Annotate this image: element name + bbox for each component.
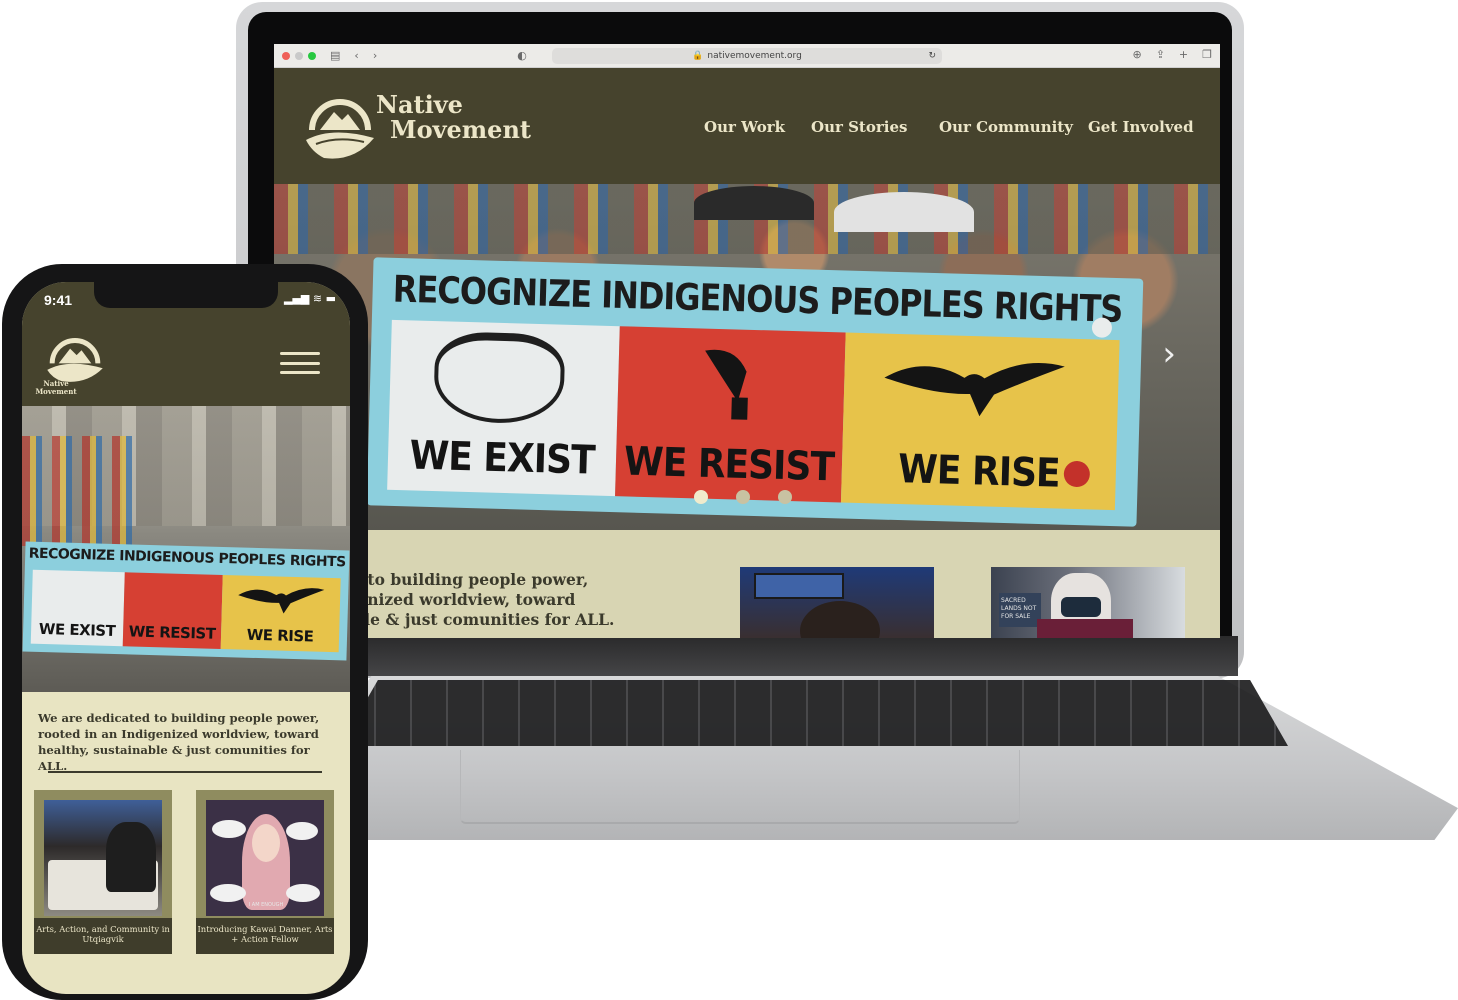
- nav-our-work[interactable]: Our Work: [704, 118, 785, 136]
- image-cloud: [212, 820, 246, 838]
- site-logo-text[interactable]: Native Movement: [376, 92, 531, 142]
- laptop-screen: ▤ ‹ › ◐ 🔒 nativemovement.org ↻ ⊕ ⇪ + ❐ N…: [274, 44, 1220, 638]
- image-face: [252, 824, 280, 862]
- address-bar[interactable]: 🔒 nativemovement.org ↻: [552, 48, 942, 64]
- story-card-image: I AM ENOUGH: [206, 800, 324, 916]
- banner-panel-exist: WE EXIST: [387, 319, 620, 497]
- menu-bar: [280, 361, 320, 365]
- thumbnail-mask: [1061, 597, 1101, 617]
- browser-toolbar: ▤ ‹ › ◐ 🔒 nativemovement.org ↻ ⊕ ⇪ + ❐: [274, 44, 1220, 68]
- mobile-logo-text[interactable]: Native Movement: [34, 380, 78, 396]
- story-thumbnail-2[interactable]: SACRED LANDS NOT FOR SALE: [991, 567, 1185, 638]
- thumbnail-coat: [1037, 619, 1133, 638]
- status-time: 9:41: [44, 292, 73, 308]
- reload-icon[interactable]: ↻: [928, 51, 936, 61]
- hero-flags: [22, 436, 142, 546]
- hero-carousel: RECOGNIZE INDIGENOUS PEOPLES RIGHTS WE E…: [274, 184, 1220, 530]
- eagle-drawing: [238, 588, 325, 614]
- mission-tagline: We are dedicated to building people powe…: [38, 711, 320, 773]
- download-icon[interactable]: ⊕: [1132, 48, 1141, 61]
- banner-title: RECOGNIZE INDIGENOUS PEOPLES RIGHTS: [28, 545, 346, 571]
- phone-status-bar: 9:41 ▂▄▆ ≋ ▬: [22, 282, 350, 320]
- mobile-hero-image: RECOGNIZE INDIGENOUS PEOPLES RIGHTS WE E…: [22, 406, 350, 692]
- menu-bar: [280, 352, 320, 355]
- native-movement-logo-icon[interactable]: [302, 86, 378, 164]
- umbrella: [694, 186, 814, 220]
- banner-panel-rise: WE RISE: [840, 332, 1120, 511]
- logo-line-2: Movement: [35, 387, 77, 396]
- thumbnail-person: [800, 601, 880, 638]
- window-controls: [282, 51, 316, 60]
- carousel-dot-3[interactable]: [778, 490, 792, 504]
- tabs-icon[interactable]: ❐: [1202, 48, 1212, 61]
- site-header: Native Movement Our Work Our Stories Our…: [274, 68, 1220, 184]
- carousel-dot-2[interactable]: [736, 490, 750, 504]
- banner-panel-text: WE RESIST: [128, 622, 216, 643]
- image-cloud: [286, 884, 320, 902]
- nav-get-involved[interactable]: Get Involved: [1088, 118, 1194, 136]
- image-person: [106, 822, 156, 892]
- zoom-window-button[interactable]: [308, 51, 316, 60]
- banner-panel-text: WE EXIST: [38, 619, 116, 641]
- device-mockup: ▤ ‹ › ◐ 🔒 nativemovement.org ↻ ⊕ ⇪ + ❐ N…: [0, 0, 1458, 1000]
- laptop-keyboard: [340, 680, 1288, 746]
- laptop-hinge: [278, 636, 1238, 676]
- sidebar-toggle-icon[interactable]: ▤: [330, 49, 340, 62]
- banner-panel-resist: WE RESIST: [122, 572, 223, 649]
- banner-panel-text: WE EXIST: [408, 433, 596, 484]
- menu-icon[interactable]: [280, 352, 320, 374]
- banner-panel-resist: WE RESIST: [615, 326, 846, 503]
- image-cloud: [210, 884, 246, 902]
- thumbnail-whiteboard: [754, 573, 844, 599]
- carousel-next-chevron-right-icon[interactable]: ›: [1162, 334, 1176, 374]
- mobile-site-header: Native Movement: [22, 320, 350, 406]
- close-window-button[interactable]: [282, 51, 290, 60]
- banner-panel-rise: WE RISE: [220, 575, 341, 653]
- toolbar-actions: ⊕ ⇪ + ❐: [1132, 48, 1212, 61]
- menu-bar: [280, 371, 320, 374]
- phone-notch: [94, 282, 278, 308]
- laptop-trackpad: [460, 750, 1020, 824]
- image-cloud: [286, 822, 318, 840]
- story-card[interactable]: Arts, Action, and Community in Utqiagvik: [34, 790, 172, 954]
- story-thumbnail-1[interactable]: [740, 567, 934, 638]
- story-card-caption: Introducing Kawai Danner, Arts + Action …: [196, 918, 334, 954]
- story-card-image: [44, 800, 162, 916]
- face-drawing: [433, 331, 566, 425]
- nav-our-stories[interactable]: Our Stories: [811, 118, 907, 136]
- banner-panel-exist: WE EXIST: [30, 569, 125, 647]
- protest-banner: RECOGNIZE INDIGENOUS PEOPLES RIGHTS WE E…: [22, 541, 350, 661]
- umbrella: [834, 192, 974, 232]
- banner-panel-text: WE RISE: [246, 625, 314, 646]
- phone-screen: 9:41 ▂▄▆ ≋ ▬ Native Movement RECOGNIZE I…: [22, 282, 350, 994]
- share-icon[interactable]: ⇪: [1156, 48, 1165, 61]
- image-caption: I AM ENOUGH: [248, 902, 284, 908]
- forward-icon[interactable]: ›: [373, 49, 377, 62]
- banner-panel-text: WE RESIST: [623, 439, 835, 491]
- protest-banner: RECOGNIZE INDIGENOUS PEOPLES RIGHTS WE E…: [366, 257, 1144, 527]
- shield-icon[interactable]: ◐: [517, 49, 527, 62]
- thumbnail-sign: SACRED LANDS NOT FOR SALE: [999, 593, 1041, 627]
- carousel-dot-1[interactable]: [694, 490, 708, 504]
- native-movement-logo-icon[interactable]: [44, 330, 106, 382]
- divider: [48, 771, 322, 773]
- story-card-caption: Arts, Action, and Community in Utqiagvik: [34, 918, 172, 954]
- status-icons: ▂▄▆ ≋ ▬: [284, 292, 336, 305]
- url-text: nativemovement.org: [707, 51, 802, 61]
- logo-line-2: Movement: [390, 115, 531, 144]
- feather-drawing: [705, 349, 748, 420]
- story-card[interactable]: I AM ENOUGH Introducing Kawai Danner, Ar…: [196, 790, 334, 954]
- eagle-drawing: [884, 363, 1065, 417]
- lock-icon: 🔒: [692, 51, 704, 61]
- new-tab-icon[interactable]: +: [1179, 48, 1188, 61]
- minimize-window-button[interactable]: [295, 51, 303, 60]
- carousel-dots: [694, 490, 792, 504]
- nav-our-community[interactable]: Our Community: [939, 118, 1073, 136]
- back-icon[interactable]: ‹: [354, 49, 358, 62]
- banner-dot: [1091, 317, 1113, 338]
